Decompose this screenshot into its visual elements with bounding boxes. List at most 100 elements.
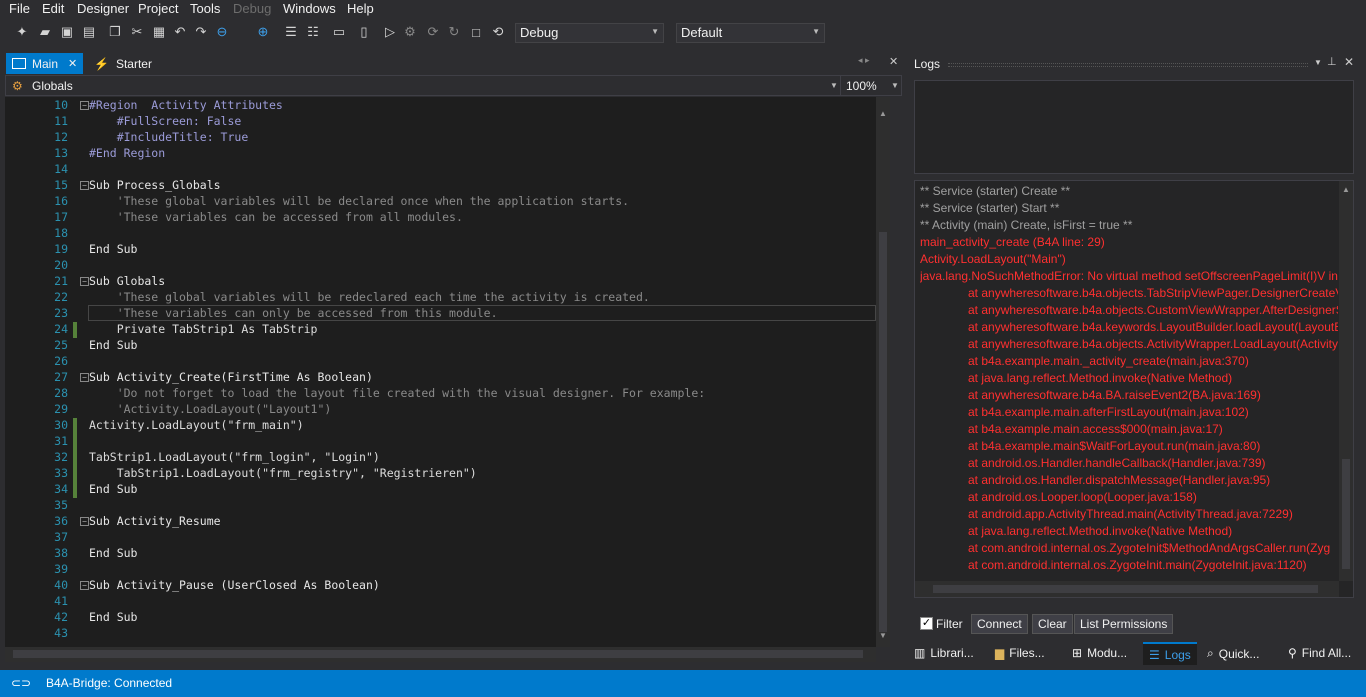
back-icon[interactable]: ⊖ (214, 24, 230, 40)
line-number: 42 (54, 610, 68, 624)
code-editor[interactable]: 10− #Region Activity Attributes 11 #FullSc… (5, 97, 876, 647)
close-icon[interactable]: ✕ (68, 57, 77, 70)
scope-selector[interactable]: Globals (32, 79, 73, 93)
chevron-down-icon: ▼ (651, 27, 659, 36)
fold-toggle-icon[interactable]: − (80, 581, 89, 590)
step-out-icon[interactable]: ↻ (446, 24, 462, 40)
scroll-up-icon[interactable]: ▲ (1342, 185, 1350, 194)
scroll-thumb[interactable] (879, 232, 887, 632)
menu-windows[interactable]: Windows (283, 1, 336, 16)
log-line: at android.os.Handler.dispatchMessage(Ha… (968, 473, 1271, 487)
tab-main[interactable]: Main ✕ (6, 53, 83, 74)
tab-find-all-label: Find All... (1301, 646, 1352, 660)
open-folder-icon[interactable]: ▰ (37, 24, 53, 40)
fold-toggle-icon[interactable]: − (80, 277, 89, 286)
scroll-down-icon[interactable]: ▼ (879, 631, 887, 640)
line-number: 43 (54, 626, 68, 640)
scroll-thumb[interactable] (13, 650, 863, 658)
close-icon[interactable]: ✕ (1344, 55, 1354, 69)
log-line: at anywheresoftware.b4a.keywords.LayoutB… (968, 320, 1338, 334)
editor-horizontal-scrollbar[interactable] (5, 647, 876, 662)
tab-scroll-icon[interactable]: ◂ ▸ (858, 55, 870, 66)
copy-icon[interactable]: ❐ (107, 24, 123, 40)
modules-icon: ⊞ (1072, 646, 1083, 660)
line-number: 22 (54, 290, 68, 304)
code-line: End Sub (89, 610, 138, 624)
log-hscrollbar[interactable] (915, 581, 1339, 597)
editor-vertical-scrollbar[interactable]: ▲ ▼ (876, 97, 890, 647)
tab-logs[interactable]: ☰ Logs (1143, 642, 1197, 665)
undo-icon[interactable]: ↶ (172, 24, 188, 40)
log-line: at com.android.internal.os.ZygoteInit.ma… (968, 558, 1307, 572)
menu-file[interactable]: File (9, 1, 30, 16)
log-scrollbar[interactable]: ▲ (1339, 181, 1353, 581)
menu-tools[interactable]: Tools (190, 1, 220, 16)
zoom-select[interactable]: 100% ▼ (840, 76, 902, 95)
restart-icon[interactable]: ⟲ (490, 24, 506, 40)
line-number: 12 (54, 130, 68, 144)
menu-designer[interactable]: Designer (77, 1, 129, 16)
menu-bar: File Edit Designer Project Tools Debug W… (0, 0, 1366, 18)
step-in-icon[interactable]: ⟳ (425, 24, 441, 40)
tab-find-all[interactable]: ⚲ Find All... (1288, 646, 1351, 660)
redo-icon[interactable]: ↷ (193, 24, 209, 40)
line-number: 32 (54, 450, 68, 464)
menu-debug[interactable]: Debug (233, 1, 271, 16)
scroll-thumb[interactable] (1342, 459, 1350, 569)
tab-libraries[interactable]: ▥ Librari... (914, 646, 974, 660)
code-line: Sub Globals (89, 274, 166, 288)
code-line: 'These global variables will be declared… (89, 194, 630, 208)
code-line: Sub Process_Globals (89, 178, 221, 192)
run-icon[interactable]: ▷ (382, 24, 398, 40)
cut-icon[interactable]: ✂ (129, 24, 145, 40)
connect-button[interactable]: Connect (971, 614, 1028, 634)
logs-icon: ☰ (1149, 647, 1160, 662)
fold-toggle-icon[interactable]: − (80, 181, 89, 190)
code-line: #IncludeTitle: True (89, 130, 249, 144)
tab-quick-search[interactable]: ⌕ Quick... (1207, 646, 1259, 661)
line-number: 25 (54, 338, 68, 352)
clear-button[interactable]: Clear (1032, 614, 1073, 634)
chevron-down-icon[interactable]: ▼ (830, 81, 838, 90)
fold-toggle-icon[interactable]: − (80, 373, 89, 382)
tab-modules[interactable]: ⊞ Modu... (1072, 646, 1127, 660)
comment-icon[interactable]: ▭ (331, 24, 347, 40)
menu-edit[interactable]: Edit (42, 1, 64, 16)
log-line: ** Activity (main) Create, isFirst = tru… (920, 218, 1133, 232)
chevron-down-icon[interactable]: ▼ (1314, 58, 1322, 67)
log-output[interactable]: ** Service (starter) Create ** ** Service… (914, 180, 1354, 598)
close-icon[interactable]: ✕ (889, 55, 898, 68)
tab-starter[interactable]: ⚡ Starter (92, 53, 162, 74)
build-target-select[interactable]: Default ▼ (676, 23, 825, 43)
fold-toggle-icon[interactable]: − (80, 101, 89, 110)
fold-toggle-icon[interactable]: − (80, 517, 89, 526)
build-config-value: Debug (520, 25, 559, 40)
stop-icon[interactable]: □ (468, 24, 484, 40)
filter-checkbox[interactable]: ✓ (920, 617, 933, 630)
outdent-icon[interactable]: ☷ (305, 24, 321, 40)
line-number: 30 (54, 418, 68, 432)
change-marker (73, 450, 77, 466)
scroll-up-icon[interactable]: ▲ (879, 109, 887, 118)
panel-grip[interactable] (948, 63, 1308, 67)
line-number: 18 (54, 226, 68, 240)
line-number: 15 (54, 178, 68, 192)
bottom-tab-bar: ▥ Librari... ▆ Files... ⊞ Modu... ☰ Logs ⌕ Qu… (908, 642, 1366, 666)
scroll-thumb[interactable] (933, 585, 1318, 593)
menu-help[interactable]: Help (347, 1, 374, 16)
uncomment-icon[interactable]: ▯ (356, 24, 372, 40)
folder-icon: ▆ (995, 646, 1005, 660)
menu-project[interactable]: Project (138, 1, 178, 16)
build-config-select[interactable]: Debug ▼ (515, 23, 664, 43)
pin-icon[interactable]: ⊥ (1327, 55, 1337, 68)
forward-icon[interactable]: ⊕ (255, 24, 271, 40)
paste-icon[interactable]: ▦ (151, 24, 167, 40)
save-icon[interactable]: ▣ (59, 24, 75, 40)
new-file-icon[interactable]: ✦ (14, 24, 30, 40)
indent-icon[interactable]: ☰ (283, 24, 299, 40)
tab-files[interactable]: ▆ Files... (995, 646, 1045, 660)
log-line: at b4a.example.main._activity_create(mai… (968, 354, 1249, 368)
list-permissions-button[interactable]: List Permissions (1074, 614, 1174, 634)
save-all-icon[interactable]: ▤ (81, 24, 97, 40)
step-over-icon[interactable]: ⚙ (402, 24, 418, 40)
